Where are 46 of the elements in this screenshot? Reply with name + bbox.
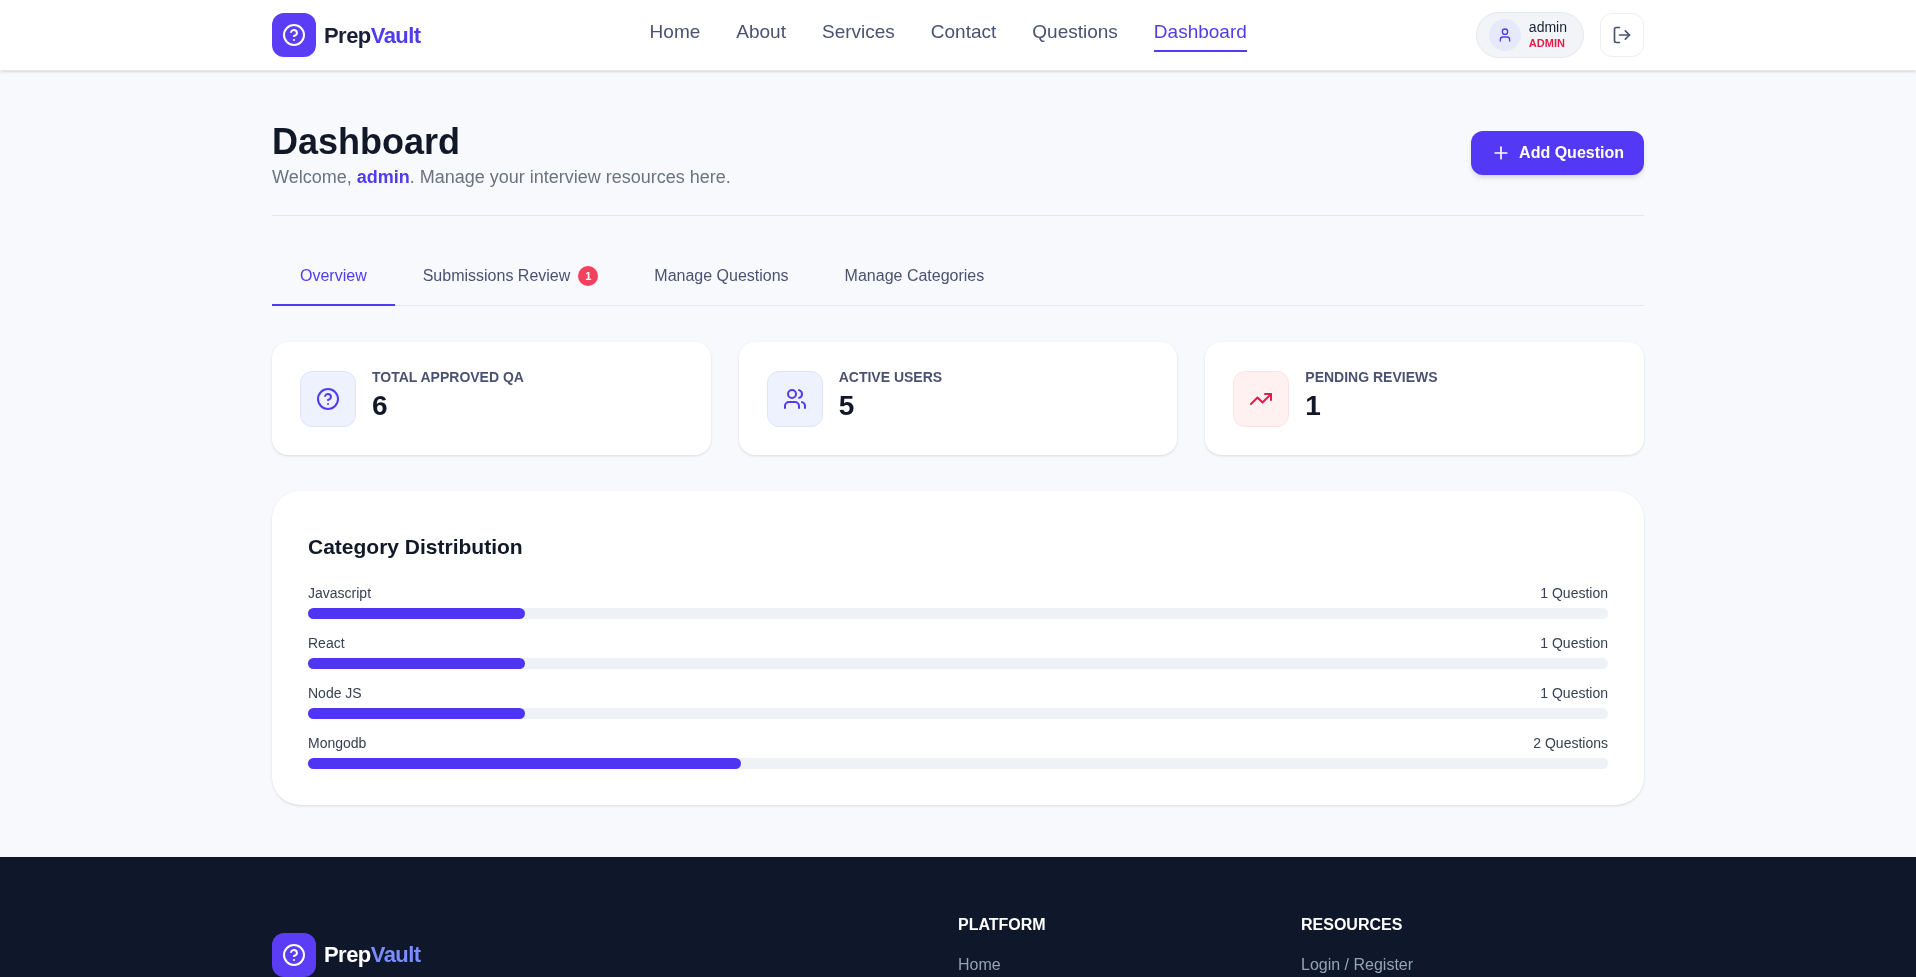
user-avatar-icon bbox=[1488, 19, 1521, 51]
trend-up-icon bbox=[1233, 370, 1290, 427]
nav-link[interactable]: Home bbox=[649, 17, 701, 53]
footer-heading: RESOURCES bbox=[1301, 914, 1404, 935]
count-badge: 1 bbox=[578, 266, 599, 286]
logo-text[interactable]: PrepVault bbox=[324, 938, 421, 971]
nav-link[interactable]: Services bbox=[821, 17, 895, 53]
stat-label: PENDING REVIEWS bbox=[1305, 367, 1438, 387]
user-chip[interactable]: admin ADMIN bbox=[1475, 12, 1584, 58]
tab[interactable]: Overview bbox=[272, 248, 395, 306]
card-title: Category Distribution bbox=[308, 534, 524, 560]
nav-link[interactable]: Contact bbox=[930, 17, 997, 53]
footer-link[interactable]: Login / Register bbox=[1301, 952, 1644, 977]
nav-link[interactable]: Questions bbox=[1032, 17, 1118, 53]
question-count: 1 Question bbox=[1540, 683, 1608, 703]
question-count: 1 Question bbox=[1540, 633, 1608, 653]
add-question-button[interactable]: Add Question bbox=[1471, 131, 1644, 175]
user-role: ADMIN bbox=[1528, 36, 1566, 51]
stat-value: 1 bbox=[1305, 388, 1322, 423]
logout-icon bbox=[1612, 25, 1632, 45]
welcome-text: Welcome, admin. Manage your interview resources here. bbox=[272, 166, 731, 189]
nav-link[interactable]: Dashboard bbox=[1153, 17, 1247, 53]
footer-heading: PLATFORM bbox=[958, 914, 1047, 935]
logo-text[interactable]: PrepVault bbox=[324, 18, 421, 52]
users-icon bbox=[766, 370, 823, 427]
tab[interactable]: Submissions Review 1 bbox=[394, 248, 627, 306]
category-name: React bbox=[308, 633, 345, 653]
logout-button[interactable] bbox=[1600, 13, 1644, 57]
question-count: 1 Question bbox=[1540, 583, 1608, 603]
stat-value: 5 bbox=[838, 388, 856, 423]
category-name: Node JS bbox=[308, 683, 362, 703]
tab[interactable]: Manage Questions bbox=[626, 248, 817, 306]
question-icon bbox=[300, 370, 356, 427]
page-title: Dashboard bbox=[272, 120, 462, 164]
logo-icon bbox=[272, 13, 316, 57]
stat-value: 6 bbox=[372, 388, 389, 423]
category-name: Javascript bbox=[308, 583, 372, 603]
stat-label: ACTIVE USERS bbox=[838, 367, 943, 387]
footer-link[interactable]: Home bbox=[958, 952, 1301, 977]
stat-label: TOTAL APPROVED QA bbox=[372, 367, 524, 387]
question-count: 2 Questions bbox=[1533, 733, 1608, 753]
user-name: admin bbox=[1528, 19, 1567, 37]
nav-link[interactable]: About bbox=[736, 17, 786, 53]
tab[interactable]: Manage Categories bbox=[816, 248, 1013, 306]
category-name: Mongodb bbox=[308, 733, 367, 753]
logo-icon bbox=[272, 932, 316, 977]
